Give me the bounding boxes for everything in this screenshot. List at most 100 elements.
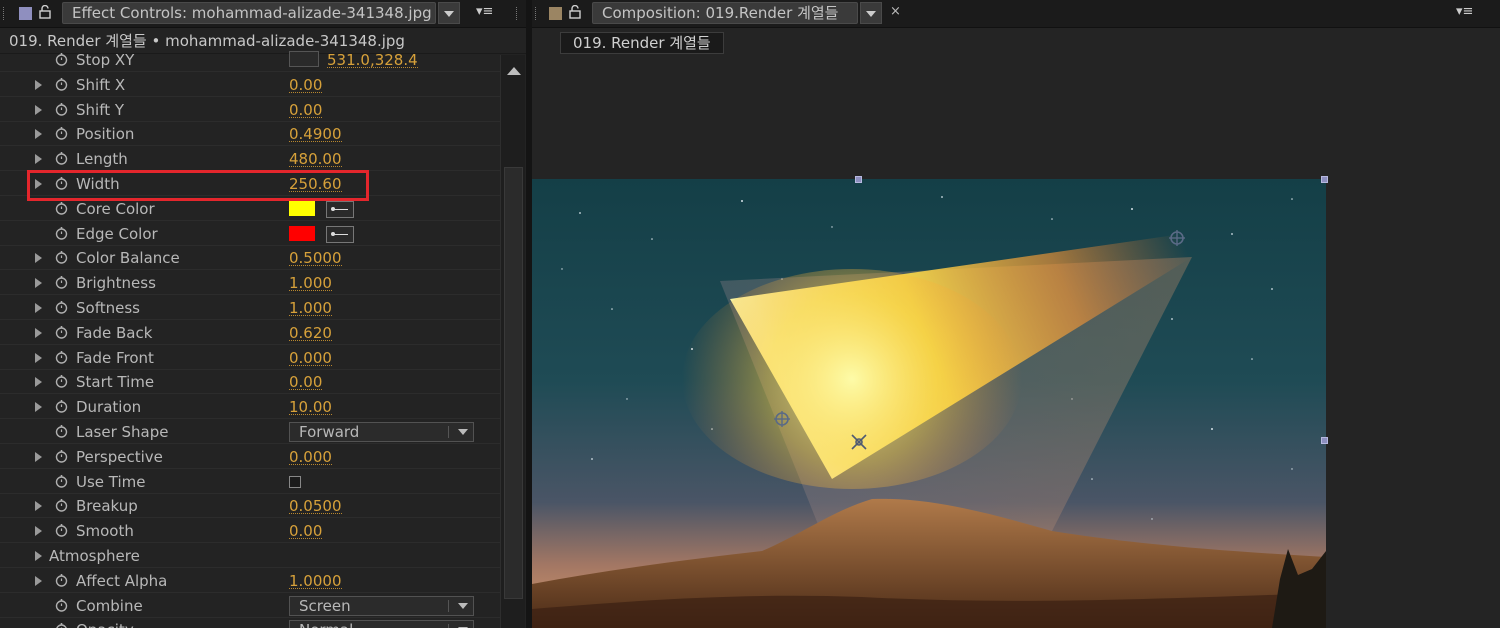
stopwatch-icon[interactable]: [55, 52, 68, 66]
property-value-scrubber[interactable]: 0.000: [289, 445, 332, 466]
lock-icon[interactable]: [569, 5, 581, 19]
property-value-scrubber[interactable]: 0.620: [289, 321, 332, 342]
stopwatch-icon[interactable]: [55, 250, 68, 265]
property-row-laser-shape[interactable]: Laser Shape Forward: [0, 420, 500, 444]
property-row-smooth[interactable]: Smooth 0.00: [0, 519, 500, 544]
chevron-down-icon[interactable]: [458, 429, 468, 435]
property-value-scrubber[interactable]: 0.00: [289, 370, 323, 391]
property-row-softness[interactable]: Softness 1.000: [0, 296, 500, 320]
stopwatch-icon[interactable]: [55, 275, 68, 289]
property-dropdown[interactable]: Screen: [289, 595, 474, 616]
expand-arrow-icon[interactable]: [35, 501, 42, 512]
property-value-scrubber[interactable]: 0.5000: [289, 246, 342, 267]
property-value-scrubber[interactable]: 480.00: [289, 147, 342, 168]
property-row-position[interactable]: Position 0.4900: [0, 122, 500, 147]
layer-handle-top[interactable]: [855, 176, 862, 183]
panel-grip[interactable]: [3, 7, 7, 20]
expand-arrow-icon[interactable]: [35, 402, 42, 413]
lock-icon[interactable]: [39, 5, 51, 19]
expand-arrow-icon[interactable]: [35, 451, 42, 462]
expand-arrow-icon[interactable]: [35, 526, 42, 537]
property-row-use-time[interactable]: Use Time: [0, 470, 500, 494]
expand-arrow-icon[interactable]: [35, 352, 42, 363]
stopwatch-icon[interactable]: [55, 350, 68, 364]
stopwatch-icon[interactable]: [55, 598, 68, 612]
property-value-scrubber[interactable]: 10.00: [289, 395, 332, 416]
chevron-down-icon[interactable]: [458, 602, 468, 609]
property-row-edge-color[interactable]: Edge Color: [0, 222, 500, 246]
property-row-brightness[interactable]: Brightness 1.000: [0, 271, 500, 296]
property-row-fade-front[interactable]: Fade Front 0.000: [0, 346, 500, 370]
composition-tab-dropdown[interactable]: [860, 2, 882, 24]
property-value-scrubber[interactable]: 0.00: [289, 98, 323, 119]
use-time-checkbox[interactable]: [289, 475, 301, 488]
tab-dropdown-button[interactable]: [438, 2, 460, 24]
stopwatch-icon[interactable]: [55, 622, 68, 628]
property-value-scrubber[interactable]: 1.000: [289, 296, 332, 317]
property-row-breakup[interactable]: Breakup 0.0500: [0, 494, 500, 519]
stopwatch-icon[interactable]: [55, 573, 68, 587]
stopwatch-icon[interactable]: [55, 126, 68, 141]
property-value-scrubber[interactable]: 0.000: [289, 346, 332, 367]
expand-arrow-icon[interactable]: [35, 575, 42, 586]
color-swatch[interactable]: [289, 225, 315, 241]
property-scrollbar[interactable]: [500, 55, 525, 628]
property-value-scrubber[interactable]: 0.0500: [289, 494, 342, 515]
expand-arrow-icon[interactable]: [35, 551, 42, 561]
expand-arrow-icon[interactable]: [35, 278, 42, 289]
property-value-scrubber[interactable]: 531.0,328.4: [327, 48, 418, 69]
expand-arrow-icon[interactable]: [35, 303, 42, 313]
color-swatch[interactable]: [289, 200, 315, 216]
property-row-duration[interactable]: Duration 10.00: [0, 395, 500, 420]
expand-arrow-icon[interactable]: [35, 377, 42, 388]
property-row-shift-y[interactable]: Shift Y 0.00: [0, 98, 500, 122]
eyedropper-icon[interactable]: [326, 225, 354, 243]
expand-arrow-icon[interactable]: [35, 79, 42, 90]
stopwatch-icon[interactable]: [55, 226, 68, 240]
property-row-stop-xy[interactable]: Stop XY 531.0,328.4: [0, 48, 500, 72]
property-row-combine[interactable]: Combine Screen: [0, 594, 500, 618]
panel-menu-icon[interactable]: ▾≡: [476, 4, 500, 20]
property-row-color-balance[interactable]: Color Balance 0.5000: [0, 246, 500, 271]
property-value-scrubber[interactable]: 0.4900: [289, 122, 342, 143]
scroll-up-arrow-icon[interactable]: [507, 67, 521, 75]
expand-arrow-icon[interactable]: [35, 253, 42, 264]
property-value-scrubber[interactable]: 0.00: [289, 73, 323, 94]
property-row-affect-alpha[interactable]: Affect Alpha 1.0000: [0, 569, 500, 593]
tab-composition[interactable]: Composition: 019.Render 계열들: [592, 2, 858, 24]
stopwatch-icon[interactable]: [55, 498, 68, 513]
stopwatch-icon[interactable]: [55, 77, 68, 91]
expand-arrow-icon[interactable]: [35, 327, 42, 338]
expand-arrow-icon[interactable]: [35, 104, 42, 115]
property-row-shift-x[interactable]: Shift X 0.00: [0, 73, 500, 97]
stopwatch-icon[interactable]: [55, 102, 68, 116]
panel-grip[interactable]: [535, 7, 539, 20]
property-dropdown[interactable]: Forward: [289, 422, 474, 442]
stopwatch-icon[interactable]: [55, 325, 68, 339]
stopwatch-icon[interactable]: [55, 424, 68, 438]
property-row-start-time[interactable]: Start Time 0.00: [0, 370, 500, 395]
stopwatch-icon[interactable]: [55, 374, 68, 389]
layer-handle-top-right[interactable]: [1321, 176, 1328, 183]
stopwatch-icon[interactable]: [55, 151, 68, 165]
property-row-atmosphere[interactable]: Atmosphere: [0, 544, 500, 568]
scroll-thumb[interactable]: [504, 167, 523, 599]
property-value-scrubber[interactable]: 0.00: [289, 519, 323, 540]
property-value-scrubber[interactable]: 1.000: [289, 271, 332, 292]
property-row-length[interactable]: Length 480.00: [0, 147, 500, 172]
property-value-scrubber[interactable]: 1.0000: [289, 569, 342, 590]
stopwatch-icon[interactable]: [55, 300, 68, 314]
close-tab-icon[interactable]: ×: [890, 4, 901, 20]
property-row-opacity[interactable]: Opacity Normal: [0, 618, 500, 628]
property-row-fade-back[interactable]: Fade Back 0.620: [0, 321, 500, 345]
tab-effect-controls[interactable]: Effect Controls: mohammad-alizade-341348…: [62, 2, 436, 24]
stopwatch-icon[interactable]: [55, 523, 68, 537]
composition-breadcrumb[interactable]: 019. Render 계열들: [560, 32, 724, 54]
stopwatch-icon[interactable]: [55, 449, 68, 463]
eyedropper-icon[interactable]: [326, 200, 354, 218]
stopwatch-icon[interactable]: [55, 201, 68, 215]
stopwatch-icon[interactable]: [55, 399, 68, 413]
composition-viewer-image[interactable]: [532, 179, 1326, 628]
expand-arrow-icon[interactable]: [35, 154, 42, 165]
stopwatch-icon[interactable]: [55, 474, 68, 488]
